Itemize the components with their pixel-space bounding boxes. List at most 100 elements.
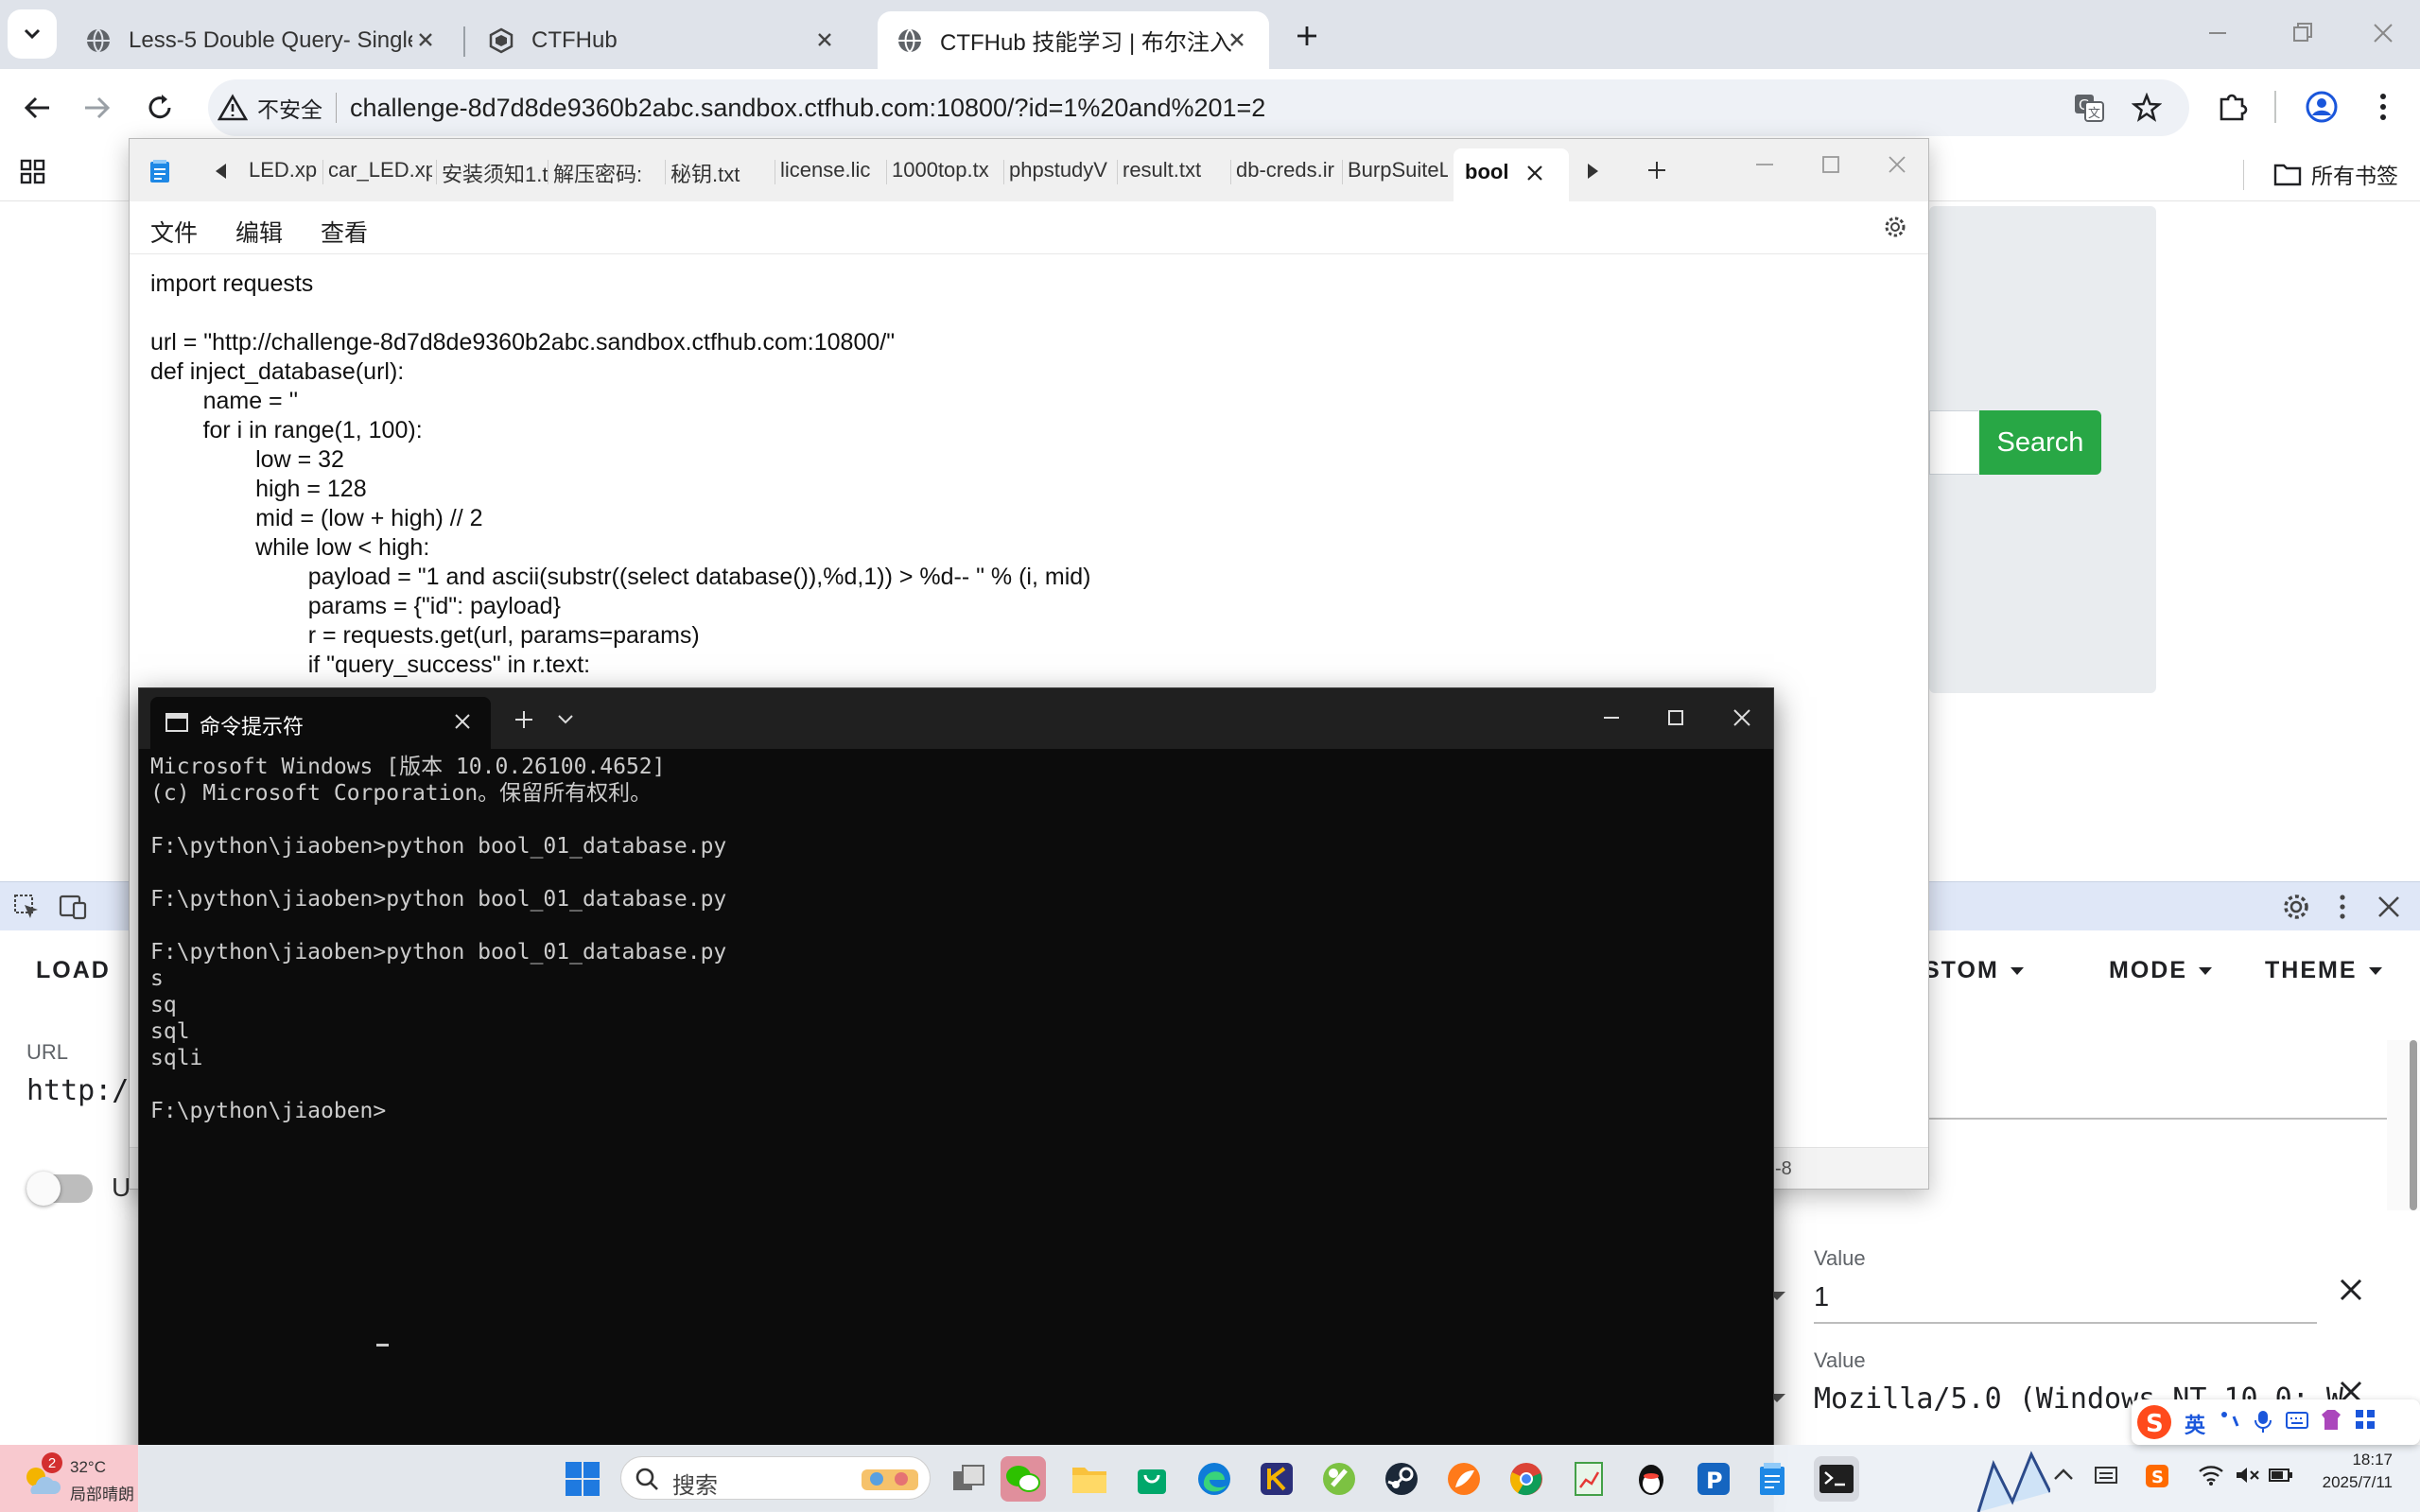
reload-button[interactable] [144,92,176,124]
forward-button[interactable] [81,92,113,124]
ime-toolbox-button[interactable] [2353,1407,2377,1432]
device-toolbar-button[interactable] [59,894,89,920]
window-restore-button[interactable] [2289,19,2336,49]
tab-search-button[interactable] [8,9,57,59]
terminal-tab-close-button[interactable] [453,712,472,731]
terminal-output[interactable]: Microsoft Windows [版本 10.0.26100.4652] (… [150,754,726,1124]
profile-button[interactable] [2305,90,2339,124]
notepad-tab[interactable]: car_LED.xp [328,158,432,182]
terminal-close-button[interactable] [1730,705,1754,730]
wifi-status-icon[interactable] [2198,1464,2224,1486]
tab-close-button[interactable] [412,26,439,53]
weather-widget[interactable]: 2 32°C 局部晴朗 [0,1445,138,1512]
address-bar[interactable]: 不安全 challenge-8d7d8de9360b2abc.sandbox.c… [208,79,2189,136]
tab-scroll-left-button[interactable] [213,162,230,181]
terminal-minimize-button[interactable] [1599,705,1624,730]
url-text[interactable]: challenge-8d7d8de9360b2abc.sandbox.ctfhu… [350,94,1265,123]
hackbar-scrollbar-thumb[interactable] [2410,1040,2417,1210]
notepad-new-tab-button[interactable] [1646,160,1667,181]
search-input[interactable] [1929,410,1978,475]
notepad-tab[interactable]: phpstudyV [1009,158,1117,182]
notepad-editor-text[interactable]: import requests url = "http://challenge-… [150,269,1090,680]
ime-voice-button[interactable] [2253,1409,2273,1434]
notepad-tab[interactable]: LED.xp [249,158,324,182]
volume-status-icon[interactable] [2234,1464,2260,1486]
notepad-maximize-button[interactable] [1819,152,1843,177]
notepad-tab[interactable]: 1000top.tx [892,158,1003,182]
edge-browser-button[interactable] [1192,1456,1237,1502]
app-button-green[interactable] [1316,1456,1362,1502]
browser-tab-bool-injection[interactable]: CTFHub 技能学习 | 布尔注入 [878,11,1269,69]
chrome-menu-button[interactable] [2374,91,2393,123]
ime-punctuation-button[interactable] [2219,1409,2241,1432]
devtools-more-button[interactable] [2334,892,2351,922]
notepad-edit-menu[interactable]: 编辑 [235,215,283,249]
battery-status-icon[interactable] [2268,1464,2294,1486]
sogou-tray-icon[interactable]: S [2145,1464,2169,1488]
security-status-label[interactable]: 不安全 [257,92,322,124]
devtools-settings-button[interactable] [2281,892,2311,922]
file-explorer-button[interactable] [1067,1456,1112,1502]
notepad-active-tab[interactable]: bool [1454,148,1569,201]
all-bookmarks-button[interactable]: 所有书签 [2273,158,2398,190]
hackbar-scrollbar-track[interactable] [2387,1040,2420,1210]
notepad-tab[interactable]: db-creds.ir [1236,158,1342,182]
notepad-taskbar-button[interactable] [1750,1456,1795,1502]
translate-button[interactable]: G文 [2073,93,2105,123]
app-button-orange[interactable] [1441,1456,1487,1502]
chrome-button[interactable] [1504,1456,1549,1502]
notepad-settings-button[interactable] [1883,215,1907,239]
start-button[interactable] [560,1456,605,1502]
clock[interactable]: 18:17 2025/7/11 [2307,1451,2393,1492]
extensions-button[interactable] [2217,91,2249,123]
notepad-tab[interactable]: 安装须知1.t [442,158,548,188]
notepad-tab[interactable]: BurpSuiteL [1348,158,1448,182]
window-close-button[interactable] [2369,19,2407,49]
browser-tab-less5[interactable]: Less-5 Double Query- Single [66,11,458,69]
wechat-taskbar-button[interactable] [1001,1456,1046,1502]
ime-skin-button[interactable] [2319,1407,2343,1432]
notepad-tab[interactable]: license.lic [780,158,886,182]
inspect-element-button[interactable] [13,894,40,920]
terminal-maximize-button[interactable] [1663,705,1688,730]
apps-grid-button[interactable] [19,158,47,186]
browser-tab-ctfhub[interactable]: CTFHub [469,11,857,69]
tray-app-icon[interactable] [2094,1464,2118,1486]
terminal-tab[interactable]: 命令提示符 [150,697,491,749]
taskbar-search-box[interactable]: 搜索 [620,1456,931,1500]
hackbar-load-menu[interactable]: LOAD [36,957,111,984]
search-button[interactable]: Search [1979,410,2101,475]
new-tab-button[interactable] [1288,17,1326,55]
tray-overflow-button[interactable] [2052,1466,2075,1483]
devtools-close-button[interactable] [2376,894,2402,920]
header-remove-button[interactable] [2338,1277,2364,1303]
app-button-p[interactable]: P [1691,1456,1736,1502]
kali-app-button[interactable] [1254,1456,1299,1502]
notepad-minimize-button[interactable] [1752,152,1777,177]
window-minimize-button[interactable] [2203,19,2251,49]
hackbar-theme-menu[interactable]: THEME [2265,957,2382,984]
hackbar-url-input[interactable]: http:/ [26,1074,129,1107]
ime-keyboard-button[interactable] [2285,1409,2309,1432]
notepad-view-menu[interactable]: 查看 [321,215,368,249]
qq-button[interactable] [1628,1456,1674,1502]
back-button[interactable] [21,92,53,124]
notepad-tab[interactable]: result.txt [1123,158,1228,182]
header-value-input[interactable]: 1 [1814,1282,1829,1313]
bookmark-star-button[interactable] [2132,93,2162,123]
notepad-tab[interactable]: 解压密码: [553,158,665,188]
hackbar-mode-menu[interactable]: MODE [2109,957,2212,984]
steam-button[interactable] [1379,1456,1424,1502]
terminal-dropdown-button[interactable] [557,713,574,726]
terminal-taskbar-button[interactable] [1814,1456,1859,1502]
tab-close-button[interactable] [1224,26,1250,53]
sogou-ime-button[interactable]: S [2135,1403,2173,1441]
notepad-file-menu[interactable]: 文件 [150,215,198,249]
hackbar-toggle-switch[interactable] [26,1172,93,1206]
app-button-document[interactable] [1566,1456,1611,1502]
terminal-new-tab-button[interactable] [514,709,534,730]
notepad-tab-close-button[interactable] [1525,164,1544,182]
notepad-close-button[interactable] [1885,152,1909,177]
tab-scroll-right-button[interactable] [1584,162,1601,181]
store-button[interactable] [1129,1456,1175,1502]
